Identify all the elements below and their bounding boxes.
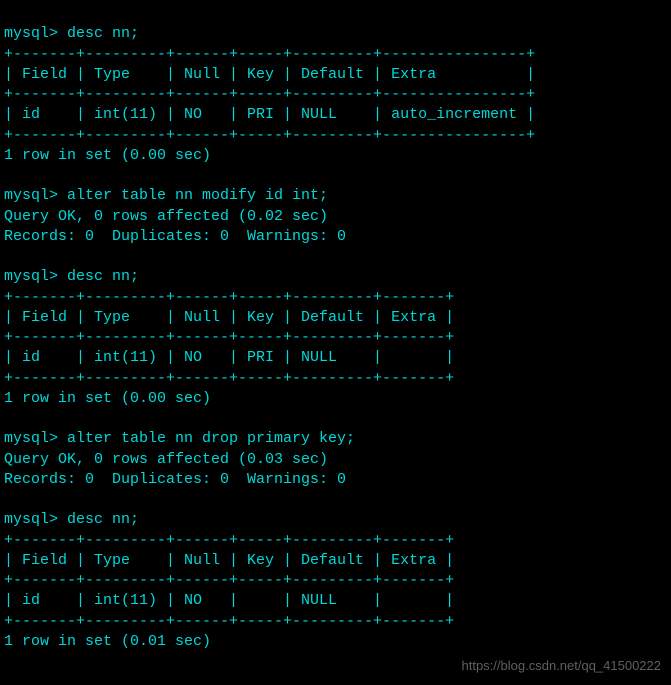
sql-command: desc nn;: [67, 511, 139, 528]
sql-command: desc nn;: [67, 25, 139, 42]
table-border: +-------+---------+------+-----+--------…: [4, 329, 454, 346]
table-border: +-------+---------+------+-----+--------…: [4, 46, 535, 63]
sql-command: alter table nn modify id int;: [67, 187, 328, 204]
sql-command: alter table nn drop primary key;: [67, 430, 355, 447]
table-border: +-------+---------+------+-----+--------…: [4, 532, 454, 549]
prompt: mysql>: [4, 430, 67, 447]
result-footer: 1 row in set (0.00 sec): [4, 390, 211, 407]
table-row: | id | int(11) | NO | PRI | NULL | auto_…: [4, 106, 535, 123]
table-header: | Field | Type | Null | Key | Default | …: [4, 66, 535, 83]
prompt: mysql>: [4, 187, 67, 204]
table-header: | Field | Type | Null | Key | Default | …: [4, 552, 454, 569]
table-border: +-------+---------+------+-----+--------…: [4, 86, 535, 103]
table-border: +-------+---------+------+-----+--------…: [4, 289, 454, 306]
result-footer: 1 row in set (0.01 sec): [4, 633, 211, 650]
table-border: +-------+---------+------+-----+--------…: [4, 613, 454, 630]
result-line: Query OK, 0 rows affected (0.03 sec): [4, 451, 328, 468]
watermark: https://blog.csdn.net/qq_41500222: [462, 657, 662, 675]
table-row: | id | int(11) | NO | PRI | NULL | |: [4, 349, 454, 366]
table-header: | Field | Type | Null | Key | Default | …: [4, 309, 454, 326]
table-border: +-------+---------+------+-----+--------…: [4, 370, 454, 387]
prompt: mysql>: [4, 268, 67, 285]
table-border: +-------+---------+------+-----+--------…: [4, 127, 535, 144]
prompt: mysql>: [4, 511, 67, 528]
table-row: | id | int(11) | NO | | NULL | |: [4, 592, 454, 609]
terminal-output: mysql> desc nn; +-------+---------+-----…: [4, 4, 667, 652]
table-border: +-------+---------+------+-----+--------…: [4, 572, 454, 589]
result-footer: 1 row in set (0.00 sec): [4, 147, 211, 164]
result-line: Records: 0 Duplicates: 0 Warnings: 0: [4, 471, 346, 488]
result-line: Records: 0 Duplicates: 0 Warnings: 0: [4, 228, 346, 245]
result-line: Query OK, 0 rows affected (0.02 sec): [4, 208, 328, 225]
prompt: mysql>: [4, 25, 67, 42]
sql-command: desc nn;: [67, 268, 139, 285]
